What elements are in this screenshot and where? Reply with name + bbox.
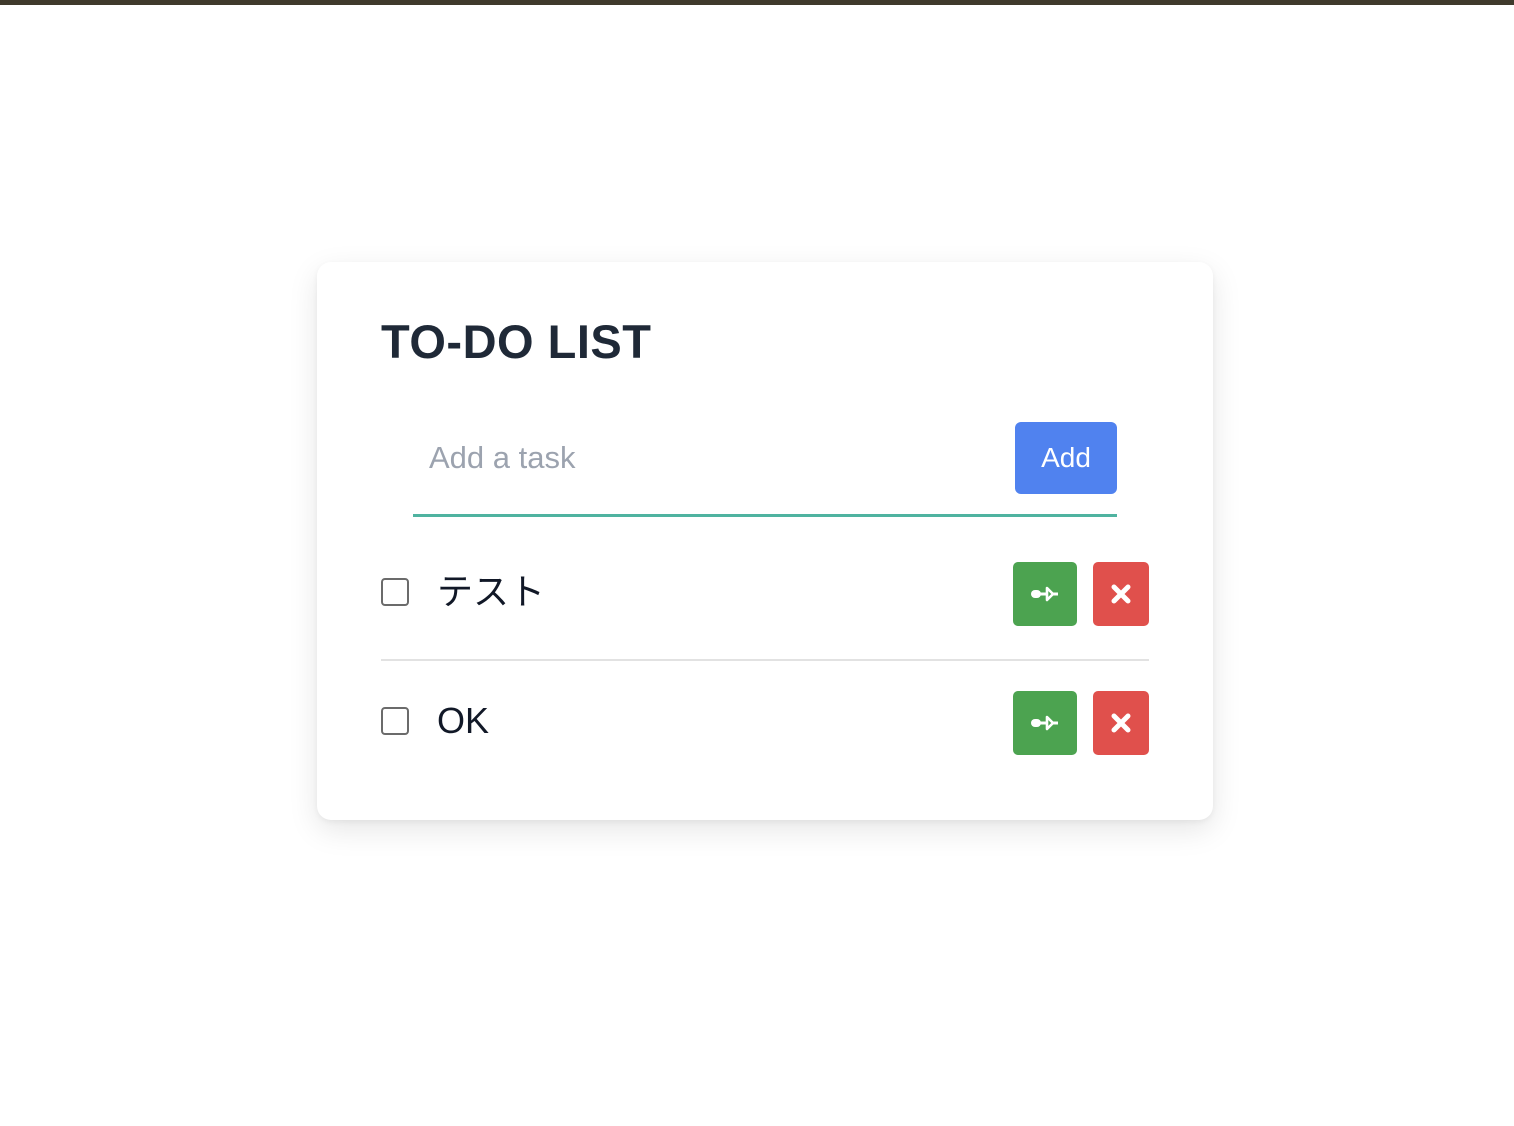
key-icon — [1030, 714, 1060, 732]
task-checkbox[interactable] — [381, 707, 409, 735]
add-button[interactable]: Add — [1015, 422, 1117, 494]
window-top-bar — [0, 0, 1514, 5]
close-icon — [1109, 582, 1133, 606]
list-item: テスト — [381, 530, 1149, 659]
delete-button[interactable] — [1093, 691, 1149, 755]
task-text: テスト — [437, 571, 546, 612]
todo-list: テスト OK — [381, 530, 1149, 788]
close-icon — [1109, 711, 1133, 735]
page-title: TO-DO LIST — [381, 315, 652, 368]
list-item: OK — [381, 659, 1149, 788]
key-icon — [1030, 585, 1060, 603]
edit-button[interactable] — [1013, 562, 1077, 626]
add-task-form: Add — [413, 422, 1117, 517]
edit-button[interactable] — [1013, 691, 1077, 755]
task-input[interactable] — [413, 422, 1003, 494]
task-text: OK — [437, 700, 490, 741]
todo-card: TO-DO LIST Add テスト — [317, 262, 1213, 820]
task-checkbox[interactable] — [381, 578, 409, 606]
delete-button[interactable] — [1093, 562, 1149, 626]
